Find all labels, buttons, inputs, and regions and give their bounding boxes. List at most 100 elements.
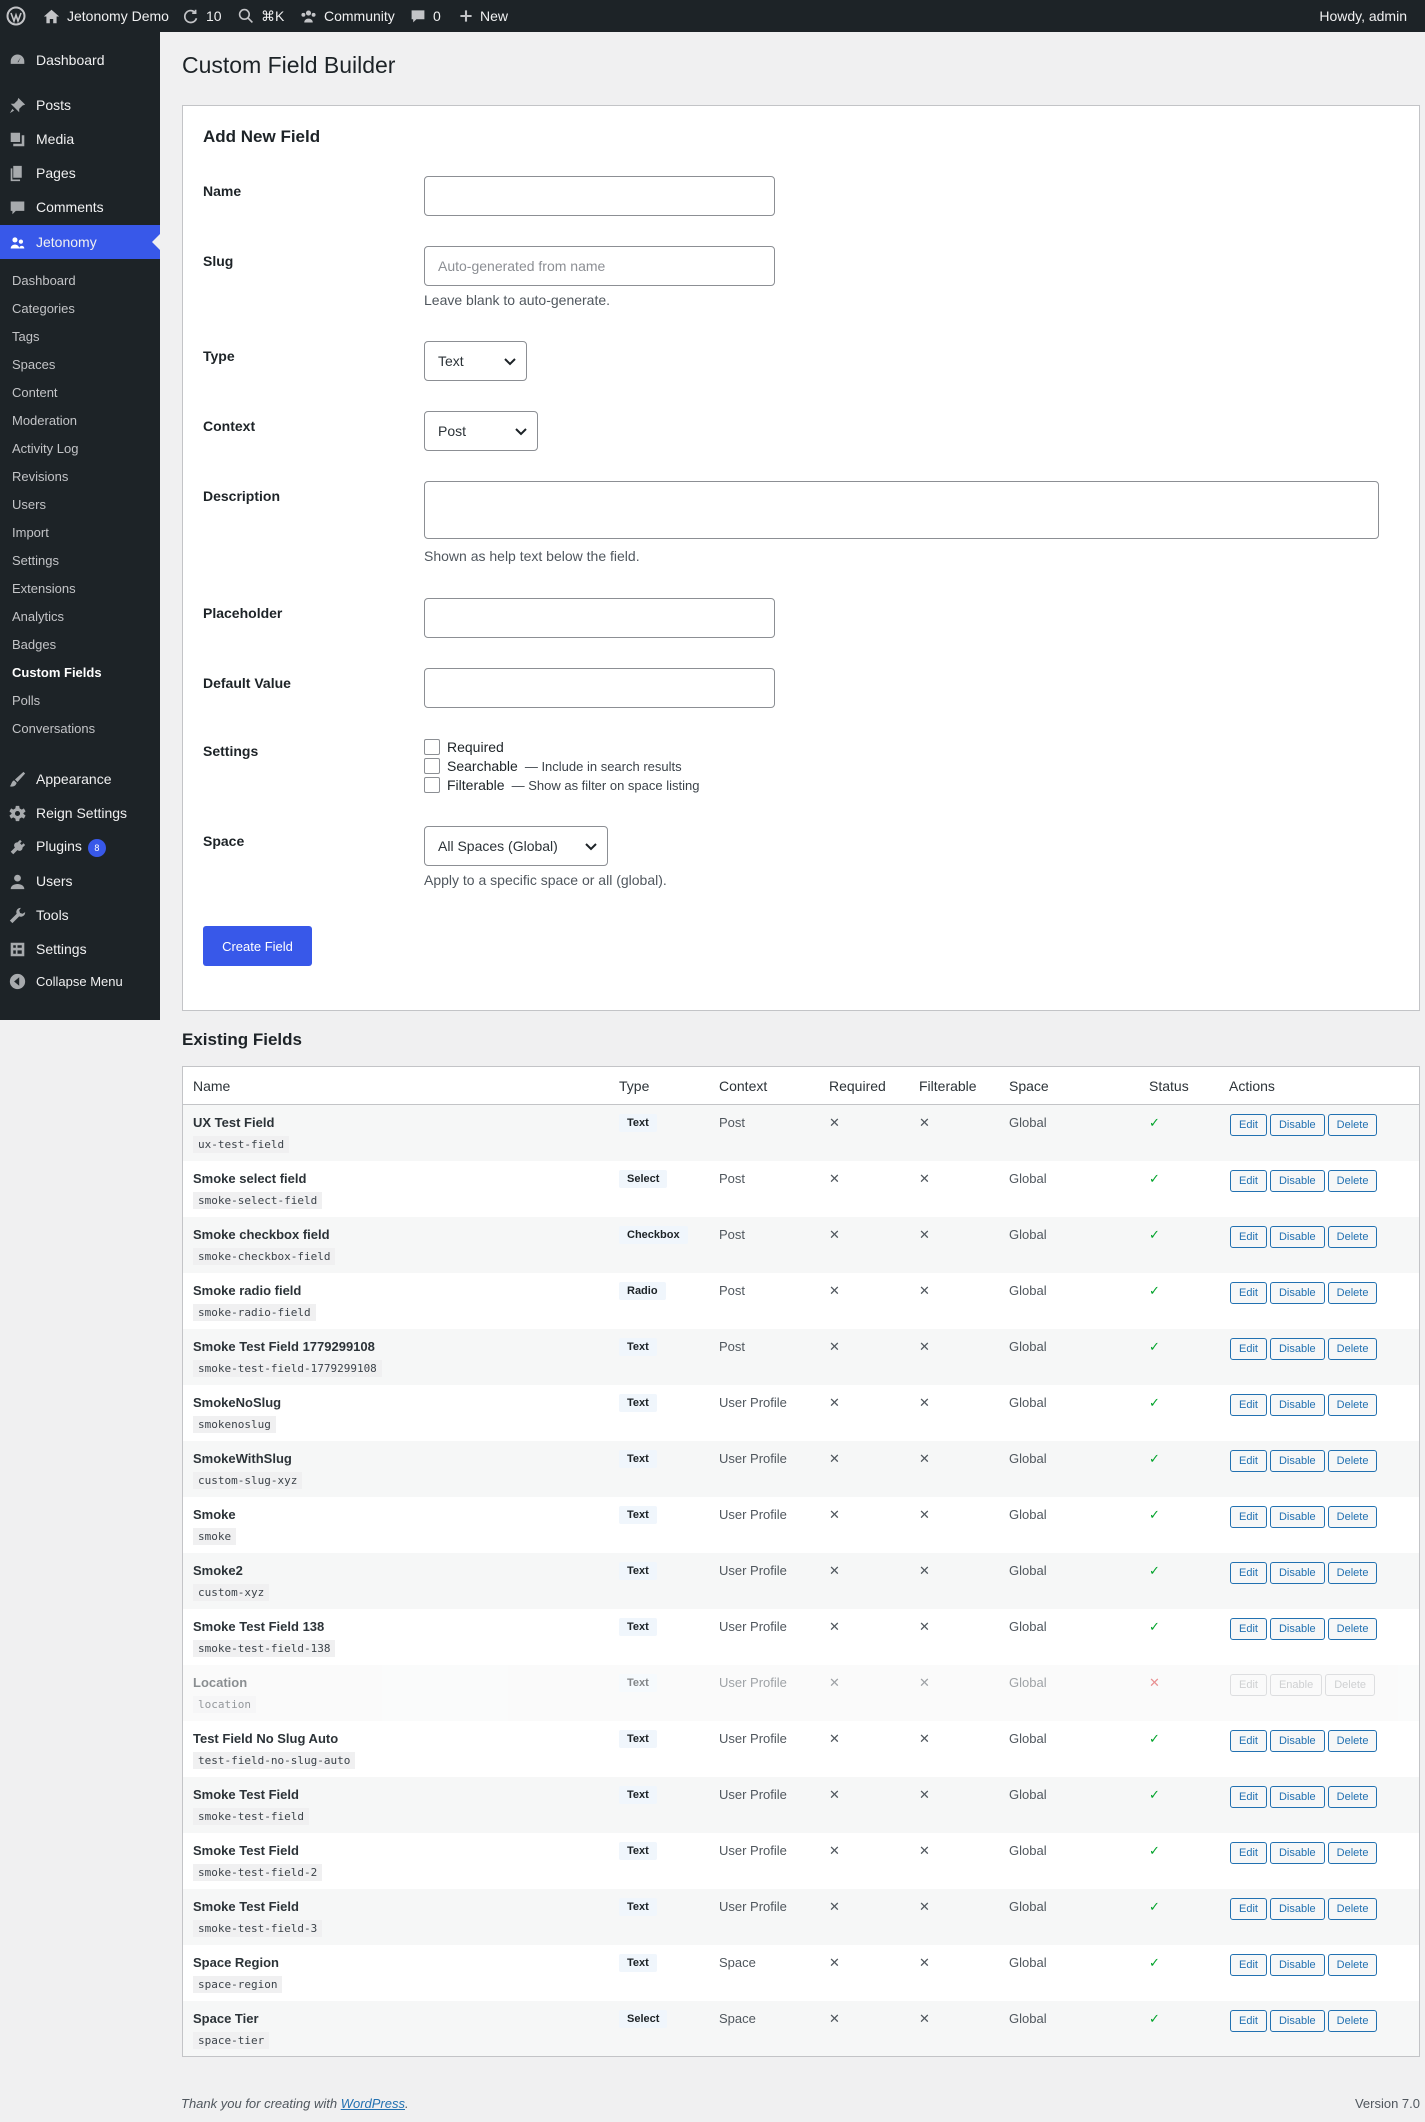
edit-button[interactable]: Edit <box>1230 1674 1267 1696</box>
submenu-content[interactable]: Content <box>0 378 160 406</box>
delete-button[interactable]: Delete <box>1327 1562 1378 1584</box>
placeholder-input[interactable] <box>424 598 775 638</box>
wordpress-link[interactable]: WordPress <box>341 2096 405 2111</box>
field-name[interactable]: Space Tier <box>193 2011 269 2026</box>
edit-button[interactable]: Edit <box>1230 2010 1267 2032</box>
disable-button[interactable]: Disable <box>1269 1394 1325 1416</box>
disable-button[interactable]: Disable <box>1269 1226 1325 1248</box>
field-name[interactable]: Smoke Test Field <box>193 1899 322 1914</box>
slug-input[interactable] <box>424 246 775 286</box>
submenu-users[interactable]: Users <box>0 490 160 518</box>
delete-button[interactable]: Delete <box>1327 1282 1378 1304</box>
updates-link[interactable]: 10 <box>182 0 222 32</box>
description-textarea[interactable] <box>424 481 1379 539</box>
delete-button[interactable]: Delete <box>1327 1898 1378 1920</box>
type-select[interactable]: Text <box>424 341 527 381</box>
edit-button[interactable]: Edit <box>1230 1394 1267 1416</box>
menu-item-appearance[interactable]: Appearance <box>0 762 160 796</box>
delete-button[interactable]: Delete <box>1327 1506 1378 1528</box>
enable-button[interactable]: Enable <box>1269 1674 1323 1696</box>
delete-button[interactable]: Delete <box>1327 2010 1378 2032</box>
menu-item-comments[interactable]: Comments <box>0 190 160 224</box>
edit-button[interactable]: Edit <box>1230 1170 1267 1192</box>
edit-button[interactable]: Edit <box>1230 1562 1267 1584</box>
menu-item-reign-settings[interactable]: Reign Settings <box>0 796 160 830</box>
disable-button[interactable]: Disable <box>1269 1170 1325 1192</box>
submenu-extensions[interactable]: Extensions <box>0 574 160 602</box>
submenu-spaces[interactable]: Spaces <box>0 350 160 378</box>
field-name[interactable]: SmokeWithSlug <box>193 1451 302 1466</box>
disable-button[interactable]: Disable <box>1269 1506 1325 1528</box>
edit-button[interactable]: Edit <box>1230 1114 1267 1136</box>
disable-button[interactable]: Disable <box>1269 1730 1325 1752</box>
delete-button[interactable]: Delete <box>1327 1618 1378 1640</box>
edit-button[interactable]: Edit <box>1230 1842 1267 1864</box>
checkbox-box[interactable] <box>424 758 440 774</box>
delete-button[interactable]: Delete <box>1327 1730 1378 1752</box>
field-name[interactable]: Smoke Test Field <box>193 1843 322 1858</box>
delete-button[interactable]: Delete <box>1327 1786 1378 1808</box>
community-link[interactable]: Community <box>300 0 395 32</box>
field-name[interactable]: Smoke Test Field <box>193 1787 309 1802</box>
search-link[interactable]: ⌘K <box>238 0 284 32</box>
checkbox-box[interactable] <box>424 777 440 793</box>
field-name[interactable]: Smoke radio field <box>193 1283 316 1298</box>
required-checkbox[interactable]: Required <box>424 739 504 755</box>
name-input[interactable] <box>424 176 775 216</box>
submenu-conversations[interactable]: Conversations <box>0 714 160 742</box>
searchable-checkbox[interactable]: Searchable — Include in search results <box>424 758 682 774</box>
submenu-badges[interactable]: Badges <box>0 630 160 658</box>
delete-button[interactable]: Delete <box>1327 1394 1378 1416</box>
submenu-categories[interactable]: Categories <box>0 294 160 322</box>
menu-item-pages[interactable]: Pages <box>0 156 160 190</box>
submenu-settings[interactable]: Settings <box>0 546 160 574</box>
field-name[interactable]: Smoke Test Field 138 <box>193 1619 335 1634</box>
disable-button[interactable]: Disable <box>1269 1898 1325 1920</box>
delete-button[interactable]: Delete <box>1327 1226 1378 1248</box>
delete-button[interactable]: Delete <box>1327 1114 1378 1136</box>
disable-button[interactable]: Disable <box>1269 1114 1325 1136</box>
field-name[interactable]: Space Region <box>193 1955 282 1970</box>
submenu-import[interactable]: Import <box>0 518 160 546</box>
disable-button[interactable]: Disable <box>1269 1338 1325 1360</box>
edit-button[interactable]: Edit <box>1230 1338 1267 1360</box>
disable-button[interactable]: Disable <box>1269 1282 1325 1304</box>
col-required[interactable]: Required <box>829 1067 886 1105</box>
site-name-link[interactable]: Jetonomy Demo <box>43 0 169 32</box>
field-name[interactable]: Smoke2 <box>193 1563 269 1578</box>
delete-button[interactable]: Delete <box>1327 1450 1378 1472</box>
menu-item-jetonomy[interactable]: Jetonomy <box>0 225 160 259</box>
field-name[interactable]: Smoke select field <box>193 1171 322 1186</box>
delete-button[interactable]: Delete <box>1325 1674 1376 1696</box>
col-space[interactable]: Space <box>1009 1067 1049 1105</box>
field-name[interactable]: SmokeNoSlug <box>193 1395 281 1410</box>
field-name[interactable]: Location <box>193 1675 256 1690</box>
edit-button[interactable]: Edit <box>1230 1730 1267 1752</box>
col-context[interactable]: Context <box>719 1067 768 1105</box>
edit-button[interactable]: Edit <box>1230 1506 1267 1528</box>
field-name[interactable]: UX Test Field <box>193 1115 289 1130</box>
menu-item-dashboard[interactable]: Dashboard <box>0 43 160 77</box>
disable-button[interactable]: Disable <box>1269 1618 1325 1640</box>
edit-button[interactable]: Edit <box>1230 1954 1267 1976</box>
submenu-custom-fields[interactable]: Custom Fields <box>0 658 160 686</box>
field-name[interactable]: Smoke Test Field 1779299108 <box>193 1339 382 1354</box>
disable-button[interactable]: Disable <box>1269 1786 1325 1808</box>
edit-button[interactable]: Edit <box>1230 1618 1267 1640</box>
submenu-polls[interactable]: Polls <box>0 686 160 714</box>
col-type[interactable]: Type <box>619 1067 650 1105</box>
disable-button[interactable]: Disable <box>1269 1450 1325 1472</box>
delete-button[interactable]: Delete <box>1327 1338 1378 1360</box>
submenu-tags[interactable]: Tags <box>0 322 160 350</box>
col-filterable[interactable]: Filterable <box>919 1067 977 1105</box>
menu-item-users[interactable]: Users <box>0 864 160 898</box>
context-select[interactable]: Post <box>424 411 538 451</box>
disable-button[interactable]: Disable <box>1269 2010 1325 2032</box>
menu-item-media[interactable]: Media <box>0 122 160 156</box>
edit-button[interactable]: Edit <box>1230 1898 1267 1920</box>
menu-item-plugins[interactable]: Plugins 8 <box>0 830 160 864</box>
edit-button[interactable]: Edit <box>1230 1282 1267 1304</box>
disable-button[interactable]: Disable <box>1269 1562 1325 1584</box>
comments-link[interactable]: 0 <box>410 0 441 32</box>
col-name[interactable]: Name <box>193 1067 231 1105</box>
